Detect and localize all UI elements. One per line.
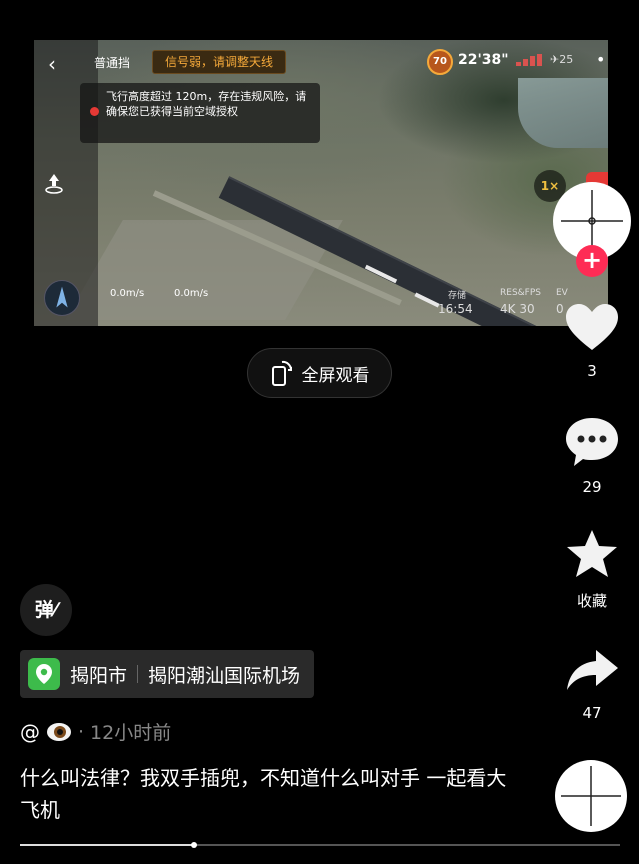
location-place: 揭阳潮汕国际机场 (148, 664, 301, 687)
more-icon: ••• (596, 50, 608, 69)
comment-bubble-icon (566, 418, 618, 466)
heart-icon (566, 304, 618, 350)
back-arrow-icon: ‹ (48, 52, 56, 76)
comment-button[interactable]: 29 (557, 416, 627, 496)
favorite-label: 收藏 (576, 592, 607, 610)
crosshair-icon (561, 766, 621, 826)
altitude-alert: 飞行高度超过 120m，存在违规风险，请确保您已获得当前空域授权 (80, 83, 320, 143)
vertical-speed: 0.0m/s (174, 288, 209, 299)
share-button[interactable]: 47 (557, 646, 627, 722)
author-line[interactable]: @ · 12小时前 (20, 718, 171, 745)
favorite-button[interactable]: 收藏 (557, 528, 627, 611)
satellite-icon: ✈25 (550, 53, 574, 66)
danmaku-button[interactable]: 弹⁄ (20, 584, 72, 636)
progress-bar[interactable] (20, 842, 620, 848)
location-pin-icon (28, 658, 60, 690)
like-count: 3 (587, 362, 597, 380)
river-area (518, 78, 608, 148)
location-city: 揭阳市 (70, 664, 128, 687)
location-divider (137, 665, 139, 683)
share-arrow-icon (567, 650, 618, 690)
satellite-count: 25 (559, 53, 574, 66)
comment-count: 29 (582, 478, 602, 496)
resolution-label: RES&FPS (500, 288, 541, 298)
share-count: 47 (582, 704, 602, 722)
eye-emoji-icon (47, 722, 71, 741)
altitude-alert-text: 飞行高度超过 120m，存在违规风险，请确保您已获得当前空域授权 (106, 90, 307, 118)
resolution-value: 4K 30 (500, 302, 535, 316)
progress-knob[interactable] (191, 842, 197, 848)
rotate-screen-icon (271, 360, 292, 386)
follow-button[interactable]: + (576, 245, 608, 277)
battery-badge: 70 (427, 49, 453, 75)
video-caption: 什么叫法律？我双手插兜，不知道什么叫对手 一起看大飞机 (20, 766, 507, 822)
flight-time: 22'38" (458, 52, 509, 68)
storage-label: 存储 (448, 291, 467, 301)
dot-separator: · (78, 720, 85, 743)
flight-mode-label: 普通挡 (94, 56, 131, 70)
signal-warning-pill: 信号弱，请调整天线 (152, 50, 287, 74)
signal-bars-icon (516, 54, 542, 66)
star-icon (567, 530, 617, 577)
fullscreen-label: 全屏观看 (301, 365, 370, 386)
post-time: 12小时前 (90, 722, 172, 744)
return-home-icon (45, 174, 63, 194)
like-button[interactable]: 3 (557, 302, 627, 380)
horizontal-speed: 0.0m/s (110, 288, 145, 299)
progress-fill (20, 844, 194, 846)
compass-icon (44, 280, 80, 316)
danmaku-label: 弹 (34, 599, 54, 621)
storage-value: 16:54 (438, 302, 473, 316)
author-at: @ (20, 719, 40, 744)
fullscreen-button[interactable]: 全屏观看 (247, 348, 392, 398)
music-disc[interactable] (555, 760, 627, 832)
video-player[interactable]: ‹ 普通挡 信号弱，请调整天线 70 22'38" ✈25 ••• 飞行高度超过… (34, 40, 608, 326)
location-tag[interactable]: 揭阳市 揭阳潮汕国际机场 (20, 650, 315, 698)
alert-dot-icon (90, 107, 99, 116)
ev-label: EV (556, 288, 568, 298)
